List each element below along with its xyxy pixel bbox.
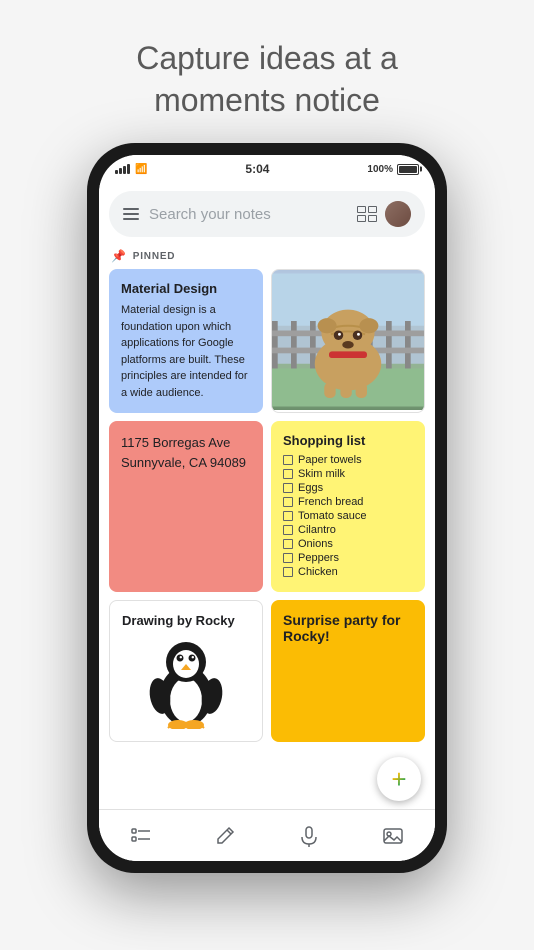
list-item: French bread (283, 496, 413, 508)
status-bar: 📶 5:04 100% (99, 155, 435, 183)
dog-photo-image (272, 270, 424, 410)
shopping-list-title: Shopping list (283, 433, 413, 448)
checkbox-icon (283, 497, 293, 507)
fab-add-button[interactable]: + (377, 757, 421, 801)
note-address[interactable]: 1175 Borregas Ave Sunnyvale, CA 94089 (109, 421, 263, 592)
drawing-title: Drawing by Rocky (122, 613, 250, 628)
status-time: 5:04 (245, 162, 269, 176)
toolbar-image-button[interactable] (373, 816, 413, 856)
checkbox-icon (283, 511, 293, 521)
checkbox-icon (283, 455, 293, 465)
signal-bars-icon (115, 164, 130, 174)
search-bar[interactable]: Search your notes (109, 191, 425, 237)
toolbar-microphone-button[interactable] (289, 816, 329, 856)
note-material-design[interactable]: Material Design Material design is a fou… (109, 269, 263, 413)
note-drawing-rocky[interactable]: Drawing by Rocky (109, 600, 263, 742)
toolbar-pencil-button[interactable] (205, 816, 245, 856)
penguin-drawing (122, 634, 250, 729)
headline-line2: moments notice (154, 82, 380, 118)
note-address-body: 1175 Borregas Ave Sunnyvale, CA 94089 (121, 433, 251, 472)
pin-icon: 📌 (111, 249, 127, 263)
status-battery: 100% (367, 164, 419, 175)
list-item: Cilantro (283, 524, 413, 536)
note-title: Material Design (121, 281, 251, 296)
phone-inner: 📶 5:04 100% Search yo (99, 155, 435, 861)
menu-icon[interactable] (123, 208, 139, 220)
note-surprise-party[interactable]: Surprise party for Rocky! (271, 600, 425, 742)
list-item: Peppers (283, 552, 413, 564)
note-shopping-list[interactable]: Shopping list Paper towels Skim milk Egg… (271, 421, 425, 592)
list-item: Chicken (283, 566, 413, 578)
note-body: Material design is a foundation upon whi… (121, 302, 251, 401)
pinned-section-label: 📌 PINNED (99, 245, 435, 269)
list-item: Tomato sauce (283, 510, 413, 522)
list-item: Eggs (283, 482, 413, 494)
list-item: Onions (283, 538, 413, 550)
app-headline: Capture ideas at a moments notice (136, 38, 398, 121)
status-signal: 📶 (115, 164, 147, 175)
note-dog-photo[interactable] (271, 269, 425, 413)
checkbox-icon (283, 483, 293, 493)
search-right-icons (357, 201, 411, 227)
avatar[interactable] (385, 201, 411, 227)
checkbox-icon (283, 553, 293, 563)
checkbox-icon (283, 525, 293, 535)
surprise-party-title: Surprise party for Rocky! (283, 612, 413, 644)
checkbox-icon (283, 469, 293, 479)
battery-icon (397, 164, 419, 175)
toolbar-checklist-button[interactable] (121, 816, 161, 856)
app-content: Search your notes 📌 PINNED (99, 183, 435, 861)
phone-frame: 📶 5:04 100% Search yo (87, 143, 447, 873)
battery-percent-label: 100% (367, 164, 393, 175)
checkbox-icon (283, 567, 293, 577)
fab-plus-icon: + (391, 766, 406, 792)
list-item: Paper towels (283, 454, 413, 466)
list-item: Skim milk (283, 468, 413, 480)
layout-toggle-icon[interactable] (357, 206, 377, 222)
bottom-toolbar (99, 809, 435, 861)
shopping-list-items: Paper towels Skim milk Eggs French bread… (283, 454, 413, 578)
wifi-icon: 📶 (135, 164, 147, 175)
headline-line1: Capture ideas at a (136, 40, 398, 76)
search-input[interactable]: Search your notes (149, 206, 347, 223)
checkbox-icon (283, 539, 293, 549)
notes-grid: Material Design Material design is a fou… (99, 269, 435, 742)
